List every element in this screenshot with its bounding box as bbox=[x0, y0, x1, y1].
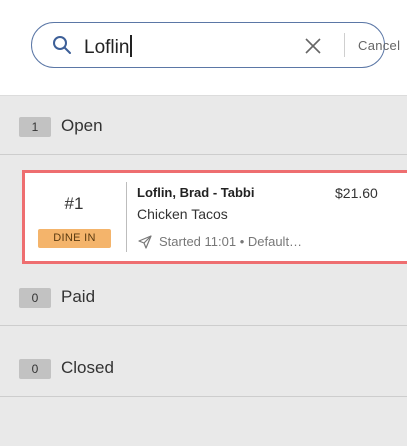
order-type-badge: DINE IN bbox=[38, 229, 111, 248]
paid-count-badge: 0 bbox=[19, 288, 51, 308]
text-cursor bbox=[130, 35, 132, 57]
order-card[interactable]: #1 DINE IN Loflin, Brad - Tabbi Chicken … bbox=[22, 170, 407, 264]
section-open[interactable]: 1 Open bbox=[0, 96, 407, 155]
search-header: Loflin Cancel bbox=[0, 0, 407, 96]
send-icon bbox=[138, 235, 152, 249]
open-count-badge: 1 bbox=[19, 117, 51, 137]
order-status: Started 11:01 • Default… bbox=[159, 234, 303, 249]
section-label-closed: Closed bbox=[61, 358, 114, 377]
order-item: Chicken Tacos bbox=[137, 206, 228, 222]
order-price: $21.60 bbox=[335, 185, 378, 201]
cancel-button[interactable]: Cancel bbox=[358, 38, 400, 53]
search-input[interactable]: Loflin bbox=[84, 35, 132, 59]
search-query-text: Loflin bbox=[84, 37, 130, 58]
section-paid[interactable]: 0 Paid bbox=[0, 267, 407, 326]
close-icon[interactable] bbox=[304, 37, 322, 55]
order-number: #1 bbox=[64, 194, 84, 213]
closed-count-badge: 0 bbox=[19, 359, 51, 379]
section-label-paid: Paid bbox=[61, 287, 96, 306]
orders-screen: Loflin Cancel 1 Open #1 DINE IN Loflin, … bbox=[0, 0, 407, 446]
search-divider bbox=[344, 33, 345, 57]
card-divider bbox=[126, 182, 127, 252]
customer-name: Loflin, Brad - Tabbi bbox=[137, 185, 255, 200]
section-closed[interactable]: 0 Closed bbox=[0, 338, 407, 397]
section-label-open: Open bbox=[61, 116, 103, 135]
search-icon bbox=[53, 36, 71, 54]
search-bar[interactable]: Loflin Cancel bbox=[31, 22, 400, 68]
